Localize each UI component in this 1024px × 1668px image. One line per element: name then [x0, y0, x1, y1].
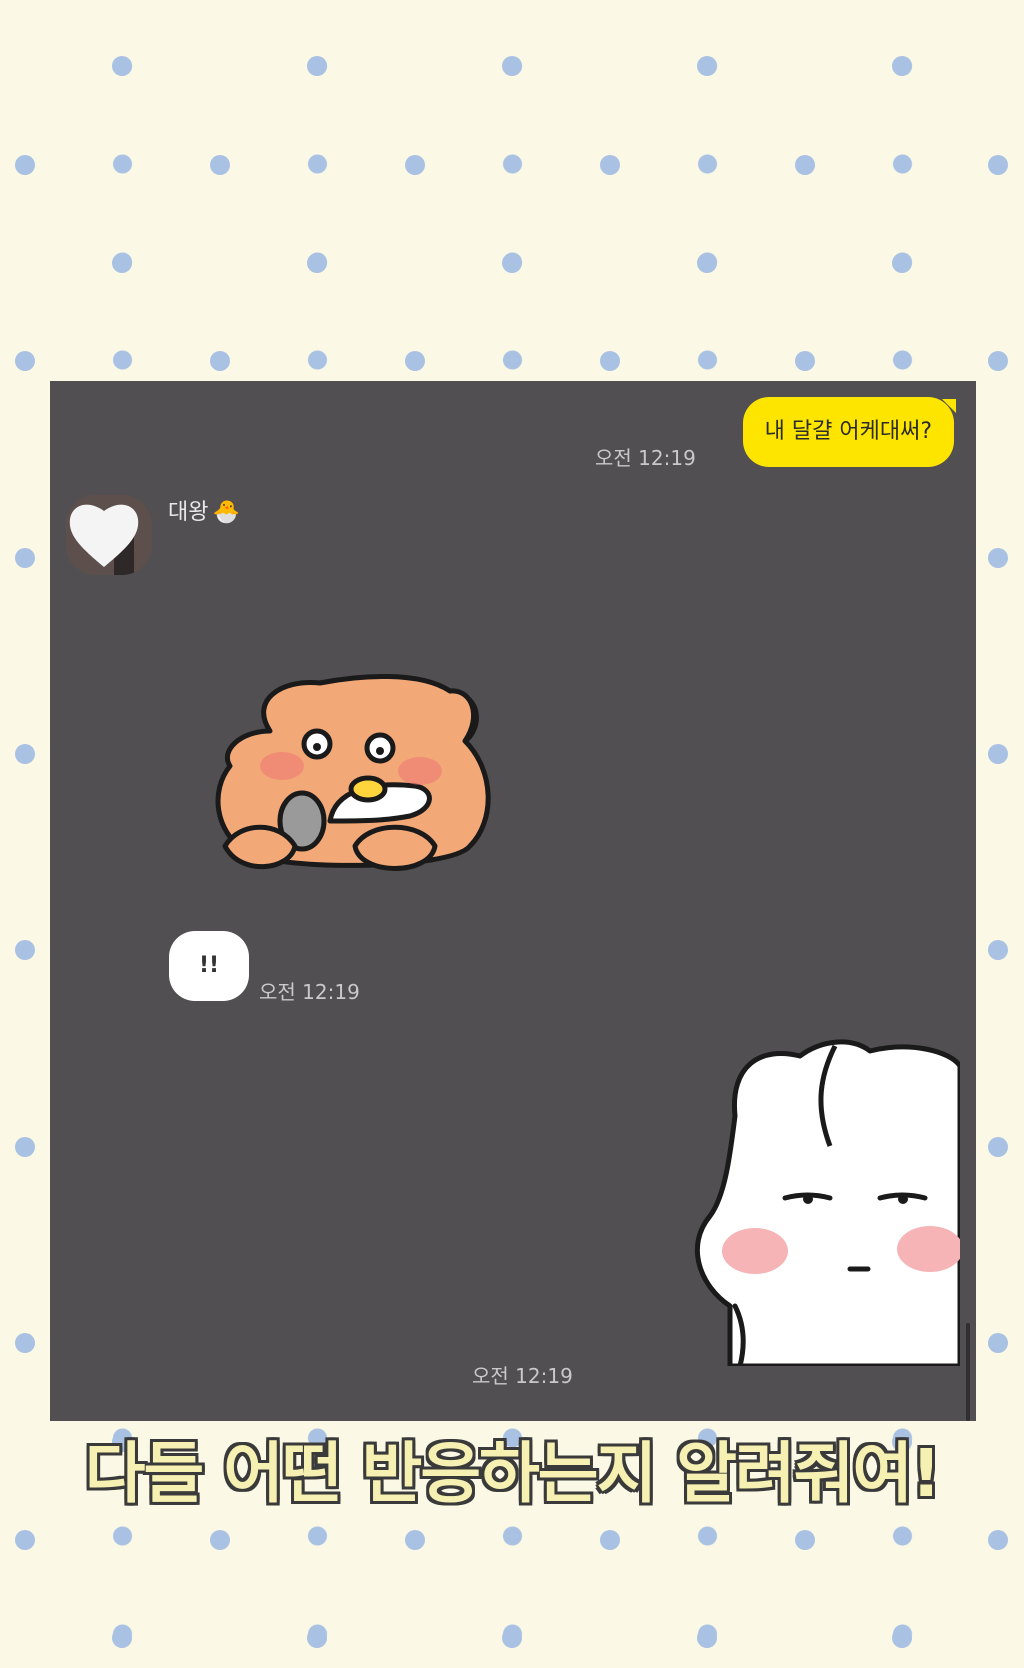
hatching-chick-icon: 🐣: [212, 500, 240, 525]
caption-text: 다들 어떤 반응하는지 알려줘여!: [84, 1435, 941, 1512]
chat-screenshot: 오전 12:19 내 달걀 어케대써? 대왕 🐣 !! 오전 12:19 오전 …: [50, 381, 976, 1421]
sender-name: 대왕 🐣: [168, 494, 240, 526]
bunny-sticker[interactable]: [690, 1036, 960, 1366]
other-message-time: 오전 12:19: [259, 980, 360, 1004]
profile-avatar[interactable]: [66, 495, 152, 575]
last-message-time: 오전 12:19: [472, 1364, 573, 1388]
other-message-bubble[interactable]: !!: [169, 931, 249, 1001]
my-message-time: 오전 12:19: [595, 446, 696, 470]
sender-name-text: 대왕: [168, 500, 209, 525]
bear-eating-egg-sticker[interactable]: [210, 671, 510, 881]
scrollbar[interactable]: [966, 1323, 970, 1421]
my-message-bubble[interactable]: 내 달걀 어케대써?: [742, 397, 957, 467]
